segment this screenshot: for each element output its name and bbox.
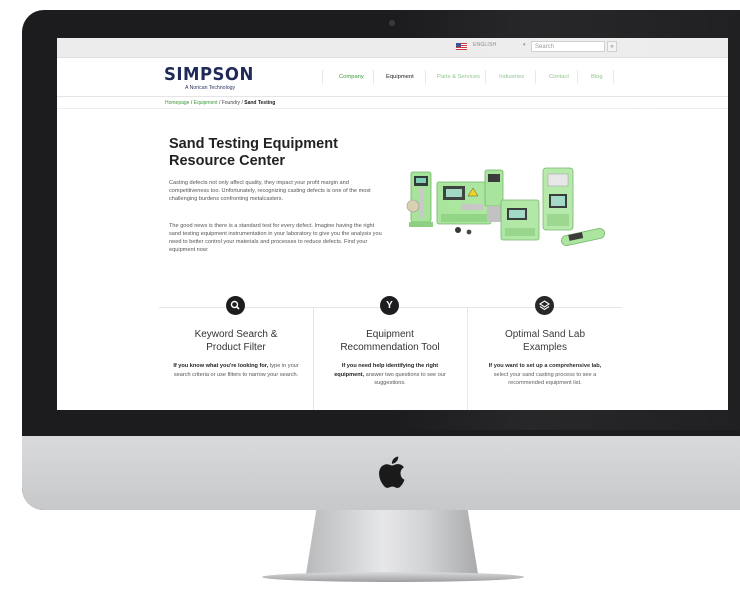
breadcrumb-separator: /	[190, 100, 193, 106]
breadcrumb-foundry[interactable]: Foundry	[222, 100, 240, 106]
feature-title: Keyword Search &	[194, 329, 278, 340]
nav-divider	[613, 70, 614, 84]
simpson-logo[interactable]: SIMPSON	[164, 64, 254, 85]
apple-logo-icon	[379, 456, 405, 488]
breadcrumb-equipment[interactable]: Equipment	[194, 100, 218, 106]
nav-blog[interactable]: Blog	[591, 74, 603, 80]
feature-title: Product Filter	[206, 342, 266, 353]
feature-description-lead: If you want to set up a comprehensive la…	[488, 363, 602, 369]
feature-title: Equipment	[366, 329, 414, 340]
search-button[interactable]: »	[607, 41, 617, 52]
language-selector[interactable]: ENGLISH	[473, 42, 496, 48]
breadcrumb: Homepage / Equipment / Foundry / Sand Te…	[165, 100, 275, 106]
nav-divider	[535, 70, 536, 84]
nav-divider	[577, 70, 578, 84]
optimal-sand-lab-card[interactable]: Optimal Sand Lab Examples If you want to…	[468, 308, 622, 410]
feature-description: If you want to set up a comprehensive la…	[482, 362, 608, 388]
hero-paragraph: The good news is there is a standard tes…	[169, 223, 382, 253]
breadcrumb-bar	[57, 96, 728, 109]
breadcrumb-current: Sand Testing	[244, 100, 276, 106]
nav-divider	[425, 70, 426, 84]
sand-testing-equipment-image	[406, 167, 606, 246]
equipment-recommendation-card[interactable]: Equipment Recommendation Tool If you nee…	[313, 308, 467, 410]
hero-paragraph: Casting defects not only affect quality,…	[169, 180, 371, 202]
search-input[interactable]: Search	[531, 41, 605, 52]
monitor-stand-base	[262, 572, 524, 582]
nav-divider	[322, 70, 323, 84]
nav-divider	[373, 70, 374, 84]
nav-industries[interactable]: Industries	[499, 74, 524, 80]
utility-bar: ENGLISH ▾ Search »	[57, 38, 728, 58]
website-screen: ENGLISH ▾ Search » SIMPSON A Norican Tec…	[57, 38, 728, 410]
breadcrumb-home[interactable]: Homepage	[165, 100, 189, 106]
feature-title: Recommendation Tool	[340, 342, 440, 353]
site-header: SIMPSON A Norican Technology Company Equ…	[57, 58, 728, 97]
nav-parts-services[interactable]: Parts & Services	[437, 74, 480, 80]
nav-contact[interactable]: Contact	[549, 74, 569, 80]
feature-description-rest: answer two questions to see our suggesti…	[364, 371, 446, 387]
feature-description: If you need help identifying the right e…	[327, 362, 453, 388]
feature-description-rest: select your sand casting process to see …	[493, 371, 597, 387]
keyword-search-card[interactable]: Keyword Search & Product Filter If you k…	[159, 308, 313, 410]
monitor-stand	[306, 510, 478, 574]
breadcrumb-separator: /	[218, 100, 221, 106]
us-flag-icon[interactable]	[456, 43, 467, 50]
page-title: Sand Testing Equipment Resource Center	[169, 136, 338, 169]
breadcrumb-separator: /	[241, 100, 243, 106]
nav-company[interactable]: Company	[339, 74, 364, 80]
feature-title: Optimal Sand Lab	[504, 329, 586, 340]
chevron-down-icon[interactable]: ▾	[523, 42, 526, 48]
feature-description: If you know what you're looking for, typ…	[173, 362, 299, 379]
nav-equipment[interactable]: Equipment	[386, 74, 414, 80]
logo-tagline: A Norican Technology	[185, 85, 236, 91]
feature-description-lead: If you know what you're looking for,	[173, 363, 269, 369]
feature-title: Examples	[523, 342, 567, 353]
camera-icon	[389, 20, 395, 26]
nav-divider	[485, 70, 486, 84]
